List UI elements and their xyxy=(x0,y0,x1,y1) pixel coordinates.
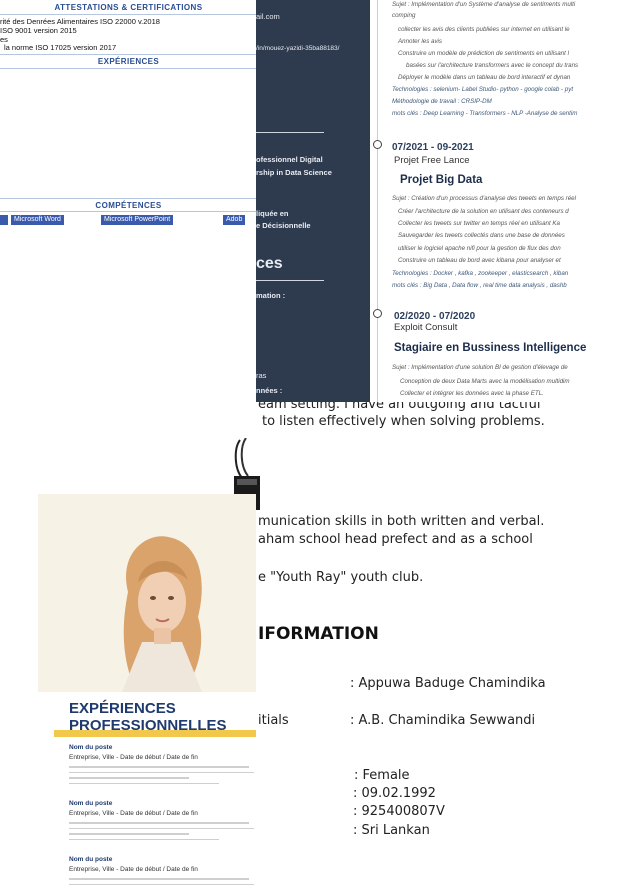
technologies-line: Technologies : Docker , kafka , zookeepe… xyxy=(392,270,569,277)
divider xyxy=(0,198,257,199)
job-subject: Sujet : Création d'un processus d'analys… xyxy=(392,195,576,202)
training-line: ofessionnel Digital xyxy=(256,155,323,164)
job-subject: Sujet : Implémentation d'une solution BI… xyxy=(392,364,568,371)
job-bullet: Créer l'architecture de la solution en u… xyxy=(398,208,569,215)
job-bullet: Sauvegarder les tweets collectés dans un… xyxy=(398,232,565,239)
profile-text-line: e "Youth Ray" youth club. xyxy=(258,570,424,585)
company-placeholder: Entreprise, Ville - Date de début / Date… xyxy=(69,866,198,873)
nic-value: : 925400807V xyxy=(353,804,445,819)
experience-cv-panel: Sujet : Implémentation d'un Système d'an… xyxy=(370,0,640,402)
project-bullet: basées sur l'architecture transformers a… xyxy=(406,62,579,69)
skill-tag xyxy=(0,215,8,225)
profile-text-line: to listen effectively when solving probl… xyxy=(262,414,545,429)
job-dates: 07/2021 - 09-2021 xyxy=(392,142,474,153)
sidebar-section-heading: ces xyxy=(256,255,283,272)
education-line: liquée en xyxy=(256,209,289,218)
email-text: ail.com xyxy=(256,12,280,21)
job-bullet: utiliser le logiciel apache nifi pour la… xyxy=(398,245,561,252)
job-organization: Exploit Consult xyxy=(394,322,458,333)
job-title-placeholder: Nom du poste xyxy=(69,856,113,863)
professional-experience-heading: EXPÉRIENCES PROFESSIONNELLES xyxy=(69,700,227,734)
skills-heading: COMPÉTENCES xyxy=(95,201,162,210)
sidebar-text: ras xyxy=(256,371,267,380)
technologies-line: Technologies : selenium- Label Studio- p… xyxy=(392,86,574,93)
full-name-value: : Appuwa Baduge Chamindika xyxy=(350,676,546,691)
job-bullet: Collecter et intégrer les données avec l… xyxy=(400,390,544,397)
project-subject: Sujet : Implémentation d'un Système d'an… xyxy=(392,1,576,8)
keywords-line: mots clés : Big Data , Data flow , real … xyxy=(392,282,567,289)
certification-item: rité des Denrées Alimentaires ISO 22000 … xyxy=(0,17,160,26)
gender-value: : Female xyxy=(354,768,410,783)
project-bullet: Annoter les avis xyxy=(398,38,443,45)
divider xyxy=(0,68,257,69)
skill-tag: Microsoft PowerPoint xyxy=(101,215,174,225)
job-organization: Projet Free Lance xyxy=(394,155,470,166)
job-dates: 02/2020 - 07/2020 xyxy=(394,311,476,322)
linkedin-text: /in/mouez-yazidi-35ba88183/ xyxy=(256,45,340,52)
sidebar-subheading: mation : xyxy=(256,291,286,300)
placeholder-text-block xyxy=(69,766,256,786)
company-placeholder: Entreprise, Ville - Date de début / Date… xyxy=(69,754,198,761)
job-bullet: Collecter les tweets sur twitter en temp… xyxy=(398,220,560,227)
nationality-value: : Sri Lankan xyxy=(353,823,430,838)
skill-tag: Adob xyxy=(223,215,246,225)
experiences-heading: EXPÉRIENCES xyxy=(97,57,160,66)
company-placeholder: Entreprise, Ville - Date de début / Date… xyxy=(69,810,198,817)
placeholder-text-block xyxy=(69,822,256,842)
profile-text-line: aham school head prefect and as a school xyxy=(258,532,533,547)
job-title-placeholder: Nom du poste xyxy=(69,800,113,807)
divider xyxy=(0,211,257,212)
profile-text-line: munication skills in both written and ve… xyxy=(258,514,545,529)
personal-information-heading: IFORMATION xyxy=(258,624,379,644)
project-bullet: collecter les avis des clients publiées … xyxy=(398,26,570,33)
certifications-cv-panel: ATTESTATIONS & CERTIFICATIONS rité des D… xyxy=(0,0,257,402)
cv-sidebar: ail.com /in/mouez-yazidi-35ba88183/ ofes… xyxy=(256,0,370,402)
timeline-line xyxy=(377,0,378,402)
divider xyxy=(256,132,324,133)
job-title-placeholder: Nom du poste xyxy=(69,744,113,751)
project-subject: comping xyxy=(392,12,416,19)
keywords-line: mots clés : Deep Learning - Transformers… xyxy=(392,110,578,117)
timeline-dot-icon xyxy=(373,309,382,318)
project-bullet: Déployer le modèle dans un tableau de bo… xyxy=(398,74,571,81)
project-bullet: Construire un modèle de prédiction de se… xyxy=(398,50,569,57)
initials-value: : A.B. Chamindika Sewwandi xyxy=(350,713,536,728)
birth-date-value: : 09.02.1992 xyxy=(353,786,436,801)
job-title: Projet Big Data xyxy=(400,174,483,186)
skill-tag: Microsoft Word xyxy=(11,215,64,225)
job-bullet: Construire un tableau de bord avec kiban… xyxy=(398,257,561,264)
divider xyxy=(256,280,324,281)
certification-item: la norme ISO 17025 version 2017 xyxy=(4,43,117,52)
methodology-line: Méthodologie de travail : CRSIP-DM xyxy=(392,98,492,105)
certifications-heading: ATTESTATIONS & CERTIFICATIONS xyxy=(54,3,203,12)
timeline-dot-icon xyxy=(373,140,382,149)
divider xyxy=(0,14,257,15)
certification-item: ISO 9001 version 2015 xyxy=(0,26,77,35)
photo-resume-template: EXPÉRIENCES PROFESSIONNELLES Nom du post… xyxy=(38,494,256,895)
sidebar-text: nnées : xyxy=(256,386,283,395)
placeholder-text-block xyxy=(69,878,256,895)
heading-line: EXPÉRIENCES xyxy=(69,700,176,717)
training-line: rship in Data Science xyxy=(256,168,332,177)
initials-label: itials xyxy=(258,713,289,728)
heading-line: PROFESSIONNELLES xyxy=(69,717,227,734)
job-title: Stagiaire en Bussiness Intelligence xyxy=(394,342,587,354)
job-bullet: Conception de deux Data Marts avec la mo… xyxy=(400,378,570,385)
education-line: e Décisionnelle xyxy=(256,221,311,230)
profile-photo xyxy=(122,536,202,692)
divider xyxy=(0,54,257,55)
